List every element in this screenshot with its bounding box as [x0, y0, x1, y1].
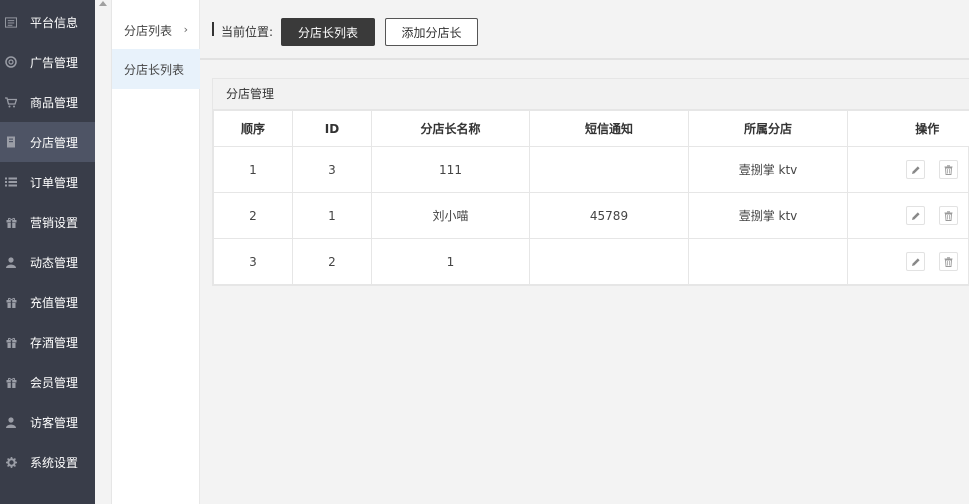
table-row: 2 1 刘小喵 45789 壹捌掌 ktv [213, 192, 969, 239]
trash-icon [944, 210, 953, 221]
sidebar-item-settings[interactable]: 系统设置 [0, 442, 95, 482]
sidebar-item-label: 访客管理 [30, 415, 79, 430]
position-label: 当前位置: [221, 25, 274, 39]
store-icon [5, 136, 17, 148]
cell-id: 1 [292, 192, 372, 239]
breadcrumb-bar: 当前位置: 分店长列表 添加分店长 [200, 0, 969, 60]
sidebar-item-moments[interactable]: 动态管理 [0, 242, 95, 282]
column-header-actions: 操作 [847, 110, 969, 147]
gift-icon [5, 216, 17, 228]
sidebar-item-visitors[interactable]: 访客管理 [0, 402, 95, 442]
table-header-row: 顺序 ID 分店长名称 短信通知 所属分店 操作 [213, 110, 969, 147]
sidebar-item-members[interactable]: 会员管理 [0, 362, 95, 402]
submenu-item-label: 分店长列表 [124, 62, 185, 77]
sidebar-item-label: 平台信息 [30, 15, 79, 30]
sidebar-item-label: 广告管理 [30, 55, 79, 70]
main-content: 当前位置: 分店长列表 添加分店长 分店管理 顺序 ID 分店长名称 短信通知 … [200, 0, 969, 504]
gift-icon [5, 336, 17, 348]
delete-button[interactable] [939, 206, 959, 225]
cell-id: 3 [292, 146, 372, 193]
sidebar-item-label: 分店管理 [30, 135, 79, 150]
sidebar-scrollbar[interactable] [95, 0, 112, 504]
gift-icon [5, 296, 17, 308]
cell-name: 1 [371, 238, 530, 285]
main-sidebar: 平台信息 广告管理 商品管理 分店管理 订单管理 营销设置 动态管理 充值管理 … [0, 0, 95, 504]
delete-button[interactable] [939, 160, 959, 179]
sidebar-item-label: 营销设置 [30, 215, 79, 230]
gear-icon [5, 456, 17, 468]
trash-icon [944, 164, 953, 175]
sidebar-item-platform[interactable]: 平台信息 [0, 2, 95, 42]
edit-button[interactable] [906, 160, 926, 179]
cell-order: 3 [213, 238, 293, 285]
chevron-right-icon: › [183, 23, 188, 36]
sidebar-item-orders[interactable]: 订单管理 [0, 162, 95, 202]
list-icon [5, 176, 17, 188]
column-header-order[interactable]: 顺序 [213, 110, 293, 147]
sidebar-item-marketing[interactable]: 营销设置 [0, 202, 95, 242]
platform-icon [5, 16, 17, 28]
column-header-sms[interactable]: 短信通知 [529, 110, 689, 147]
sidebar-item-label: 系统设置 [30, 455, 79, 470]
cell-order: 1 [213, 146, 293, 193]
position-marker [212, 22, 214, 36]
edit-button[interactable] [906, 206, 926, 225]
delete-button[interactable] [939, 252, 959, 271]
cell-store: 壹捌掌 ktv [688, 146, 848, 193]
cell-store: 壹捌掌 ktv [688, 192, 848, 239]
ad-icon [5, 56, 17, 68]
table-row: 3 2 1 [213, 238, 969, 285]
cell-name: 刘小喵 [371, 192, 530, 239]
sidebar-item-label: 会员管理 [30, 375, 79, 390]
add-manager-button[interactable]: 添加分店长 [385, 18, 478, 46]
manager-list-button[interactable]: 分店长列表 [281, 18, 375, 46]
scroll-up-icon[interactable] [99, 1, 107, 6]
cell-order: 2 [213, 192, 293, 239]
cell-name: 111 [371, 146, 530, 193]
column-header-id[interactable]: ID [292, 110, 372, 147]
sidebar-item-wine-storage[interactable]: 存酒管理 [0, 322, 95, 362]
cell-actions [847, 192, 969, 239]
cell-actions [847, 238, 969, 285]
cart-icon [5, 96, 17, 108]
user-icon [5, 416, 17, 428]
sidebar-item-products[interactable]: 商品管理 [0, 82, 95, 122]
cell-sms [529, 238, 689, 285]
cell-sms [529, 146, 689, 193]
table-row: 1 3 111 壹捌掌 ktv [213, 146, 969, 193]
sidebar-item-label: 充值管理 [30, 295, 79, 310]
submenu-item-store-list[interactable]: 分店列表 › [112, 10, 200, 50]
manager-table: 顺序 ID 分店长名称 短信通知 所属分店 操作 1 3 111 壹捌掌 ktv [213, 110, 969, 285]
sub-menu: 分店列表 › 分店长列表 [112, 0, 200, 504]
pencil-icon [911, 165, 920, 174]
cell-store [688, 238, 848, 285]
pencil-icon [911, 257, 920, 266]
user-icon [5, 256, 17, 268]
sidebar-item-label: 商品管理 [30, 95, 79, 110]
cell-id: 2 [292, 238, 372, 285]
sidebar-item-ads[interactable]: 广告管理 [0, 42, 95, 82]
sidebar-item-label: 订单管理 [30, 175, 79, 190]
submenu-item-manager-list[interactable]: 分店长列表 [112, 49, 200, 89]
sidebar-item-recharge[interactable]: 充值管理 [0, 282, 95, 322]
cell-actions [847, 146, 969, 193]
cell-sms: 45789 [529, 192, 689, 239]
column-header-name[interactable]: 分店长名称 [371, 110, 530, 147]
edit-button[interactable] [906, 252, 926, 271]
panel-title: 分店管理 [213, 79, 969, 110]
submenu-item-label: 分店列表 [124, 23, 173, 38]
store-management-panel: 分店管理 顺序 ID 分店长名称 短信通知 所属分店 操作 1 3 111 壹捌… [212, 78, 969, 286]
pencil-icon [911, 211, 920, 220]
gift-icon [5, 376, 17, 388]
sidebar-item-label: 动态管理 [30, 255, 79, 270]
trash-icon [944, 256, 953, 267]
column-header-store[interactable]: 所属分店 [688, 110, 848, 147]
sidebar-item-label: 存酒管理 [30, 335, 79, 350]
sidebar-item-stores[interactable]: 分店管理 [0, 122, 95, 162]
